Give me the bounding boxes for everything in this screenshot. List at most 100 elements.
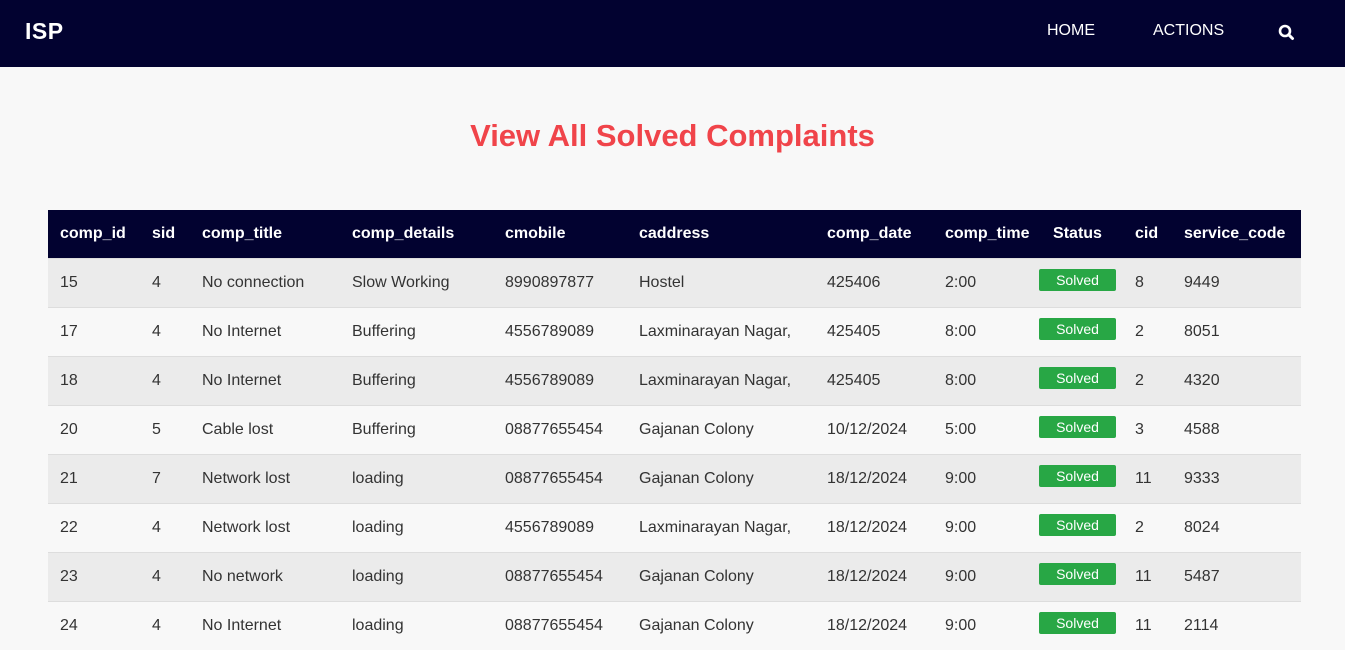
cell-sid: 4 xyxy=(152,322,161,340)
cell-comp-details: loading xyxy=(352,567,404,585)
cell-status: Solved xyxy=(1032,454,1123,503)
cell-comp-time: 9:00 xyxy=(945,616,977,634)
header-comp-id: comp_id xyxy=(60,224,126,242)
header-service-code: service_code xyxy=(1184,224,1286,242)
cell-comp-title: Cable lost xyxy=(202,420,274,438)
cell-service-code: 4320 xyxy=(1184,371,1220,389)
search-icon[interactable] xyxy=(1277,23,1297,43)
table-row: 24 4 No Internet loading 08877655454 Gaj… xyxy=(48,601,1301,650)
cell-cid: 3 xyxy=(1135,420,1144,438)
cell-sid: 4 xyxy=(152,273,161,291)
cell-caddress: Gajanan Colony xyxy=(639,567,754,585)
table-row: 15 4 No connection Slow Working 89908978… xyxy=(48,258,1301,307)
cell-comp-details: loading xyxy=(352,616,404,634)
table-row: 22 4 Network lost loading 4556789089 Lax… xyxy=(48,503,1301,552)
status-badge: Solved xyxy=(1039,513,1116,536)
cell-caddress: Laxminarayan Nagar, xyxy=(639,322,792,340)
cell-comp-time: 2:00 xyxy=(945,273,977,291)
cell-comp-id: 20 xyxy=(60,420,78,438)
cell-comp-details: loading xyxy=(352,518,404,536)
cell-cid: 11 xyxy=(1135,469,1152,487)
table-row: 18 4 No Internet Buffering 4556789089 La… xyxy=(48,356,1301,405)
cell-cid: 11 xyxy=(1135,616,1152,634)
complaints-table-container: comp_id sid comp_title comp_details cmob… xyxy=(48,210,1301,650)
cell-status: Solved xyxy=(1032,258,1123,307)
cell-cmobile: 8990897877 xyxy=(505,273,594,291)
header-comp-date: comp_date xyxy=(827,224,912,242)
cell-sid: 5 xyxy=(152,420,161,438)
cell-comp-details: loading xyxy=(352,469,404,487)
cell-comp-time: 9:00 xyxy=(945,567,977,585)
cell-service-code: 8051 xyxy=(1184,322,1220,340)
cell-status: Solved xyxy=(1032,503,1123,552)
cell-cmobile: 08877655454 xyxy=(505,616,603,634)
header-cmobile: cmobile xyxy=(505,224,566,242)
cell-comp-id: 22 xyxy=(60,518,78,536)
cell-comp-title: No Internet xyxy=(202,322,282,340)
cell-comp-time: 5:00 xyxy=(945,420,977,438)
cell-status: Solved xyxy=(1032,356,1123,405)
cell-comp-title: No network xyxy=(202,567,283,585)
status-badge: Solved xyxy=(1039,366,1116,389)
brand-logo[interactable]: ISP xyxy=(25,18,64,45)
cell-comp-id: 24 xyxy=(60,616,78,634)
cell-comp-date: 10/12/2024 xyxy=(827,420,908,438)
cell-cid: 2 xyxy=(1135,518,1144,536)
table-header-row: comp_id sid comp_title comp_details cmob… xyxy=(48,210,1301,258)
status-badge: Solved xyxy=(1039,317,1116,340)
table-body: 15 4 No connection Slow Working 89908978… xyxy=(48,258,1301,650)
cell-comp-time: 8:00 xyxy=(945,371,977,389)
cell-sid: 4 xyxy=(152,518,161,536)
cell-comp-date: 425405 xyxy=(827,322,881,340)
cell-comp-date: 425406 xyxy=(827,273,881,291)
cell-service-code: 8024 xyxy=(1184,518,1220,536)
cell-comp-time: 8:00 xyxy=(945,322,977,340)
cell-cmobile: 08877655454 xyxy=(505,567,603,585)
cell-comp-date: 18/12/2024 xyxy=(827,567,908,585)
cell-cid: 2 xyxy=(1135,322,1144,340)
table-row: 23 4 No network loading 08877655454 Gaja… xyxy=(48,552,1301,601)
top-navbar: ISP HOME ACTIONS xyxy=(0,0,1345,67)
cell-status: Solved xyxy=(1032,307,1123,356)
cell-caddress: Laxminarayan Nagar, xyxy=(639,371,792,389)
cell-comp-title: Network lost xyxy=(202,469,291,487)
cell-comp-id: 15 xyxy=(60,273,78,291)
cell-cmobile: 08877655454 xyxy=(505,420,603,438)
cell-comp-id: 18 xyxy=(60,371,78,389)
header-comp-title: comp_title xyxy=(202,224,283,242)
cell-cmobile: 4556789089 xyxy=(505,371,594,389)
cell-comp-title: Network lost xyxy=(202,518,291,536)
table-row: 17 4 No Internet Buffering 4556789089 La… xyxy=(48,307,1301,356)
status-badge: Solved xyxy=(1039,611,1116,634)
cell-comp-date: 18/12/2024 xyxy=(827,469,908,487)
cell-caddress: Hostel xyxy=(639,273,685,291)
cell-comp-details: Buffering xyxy=(352,371,416,389)
cell-comp-title: No connection xyxy=(202,273,305,291)
cell-comp-title: No Internet xyxy=(202,371,282,389)
cell-service-code: 4588 xyxy=(1184,420,1220,438)
table-row: 21 7 Network lost loading 08877655454 Ga… xyxy=(48,454,1301,503)
header-status: Status xyxy=(1053,224,1102,242)
status-badge: Solved xyxy=(1039,415,1116,438)
cell-comp-title: No Internet xyxy=(202,616,282,634)
nav-link-home[interactable]: HOME xyxy=(1047,22,1095,40)
cell-status: Solved xyxy=(1032,552,1123,601)
cell-comp-time: 9:00 xyxy=(945,469,977,487)
header-cid: cid xyxy=(1135,224,1159,242)
cell-cmobile: 4556789089 xyxy=(505,322,594,340)
cell-sid: 4 xyxy=(152,616,161,634)
solved-complaints-table: comp_id sid comp_title comp_details cmob… xyxy=(48,210,1301,650)
cell-cid: 11 xyxy=(1135,567,1152,585)
header-comp-details: comp_details xyxy=(352,224,455,242)
cell-service-code: 2114 xyxy=(1184,616,1219,634)
cell-sid: 4 xyxy=(152,371,161,389)
cell-caddress: Gajanan Colony xyxy=(639,420,754,438)
cell-status: Solved xyxy=(1032,601,1123,650)
header-comp-time: comp_time xyxy=(945,224,1030,242)
cell-service-code: 9333 xyxy=(1184,469,1220,487)
cell-cmobile: 08877655454 xyxy=(505,469,603,487)
cell-service-code: 9449 xyxy=(1184,273,1220,291)
cell-sid: 7 xyxy=(152,469,161,487)
header-sid: sid xyxy=(152,224,176,242)
nav-link-actions[interactable]: ACTIONS xyxy=(1153,22,1224,40)
